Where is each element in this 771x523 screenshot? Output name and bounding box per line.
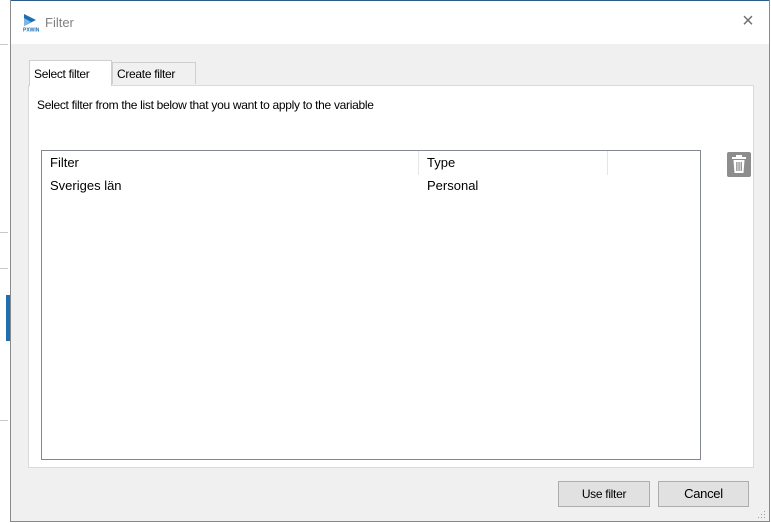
list-header: Filter Type: [42, 151, 700, 175]
list-item-type: Personal: [427, 178, 479, 193]
instruction-text: Select filter from the list below that y…: [37, 98, 374, 112]
background-divider: [0, 268, 8, 269]
trash-icon[interactable]: [727, 152, 751, 177]
filter-list[interactable]: Filter Type Sveriges län Personal: [41, 150, 701, 460]
column-header-filter[interactable]: Filter: [42, 151, 419, 175]
resize-grip-icon[interactable]: [756, 508, 766, 518]
background-divider: [0, 44, 8, 45]
background-divider: [0, 232, 8, 233]
dialog-title: Filter: [45, 15, 74, 30]
svg-text:PXWIN: PXWIN: [23, 28, 39, 33]
tab-create-filter[interactable]: Create filter: [112, 62, 196, 84]
list-item[interactable]: Sveriges län Personal: [42, 175, 700, 197]
select-filter-panel: Select filter from the list below that y…: [28, 85, 754, 468]
title-bar[interactable]: PXWIN Filter ×: [11, 0, 769, 44]
background-app: [0, 0, 10, 523]
pxwin-logo-icon: PXWIN: [23, 14, 40, 34]
filter-dialog: PXWIN Filter × Select filter Create filt…: [10, 0, 770, 522]
cancel-button[interactable]: Cancel: [658, 481, 749, 507]
close-icon[interactable]: ×: [737, 10, 759, 32]
column-header-type[interactable]: Type: [419, 151, 608, 175]
tab-select-filter[interactable]: Select filter: [29, 60, 112, 86]
background-divider: [0, 420, 8, 421]
title-bar-border: [11, 0, 769, 1]
list-item-filter: Sveriges län: [50, 178, 122, 193]
use-filter-button[interactable]: Use filter: [558, 481, 650, 507]
